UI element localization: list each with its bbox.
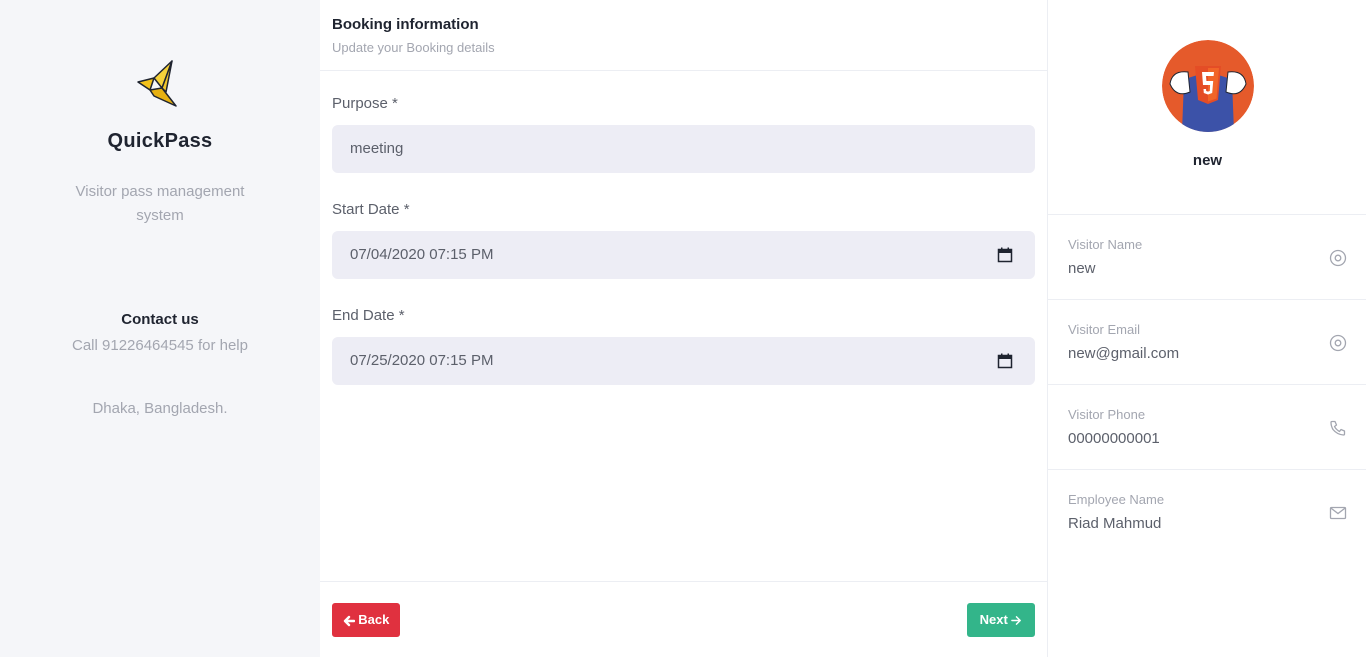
back-button[interactable]: Back [332, 603, 400, 637]
form-header: Booking information Update your Booking … [320, 0, 1047, 71]
target-icon [1329, 249, 1347, 267]
info-row-employee-name: Employee Name Riad Mahmud [1048, 469, 1366, 554]
bird-logo-icon [137, 60, 177, 107]
start-date-value: 07/04/2020 07:15 PM [350, 246, 494, 263]
sidebar: QuickPass Visitor pass management system… [0, 0, 320, 657]
info-label: Employee Name [1068, 492, 1165, 507]
info-label: Visitor Name [1068, 237, 1143, 252]
arrow-left-icon [343, 615, 355, 626]
contact-text: Call 91226464545 for help [72, 337, 248, 354]
info-row-visitor-email: Visitor Email new@gmail.com [1048, 299, 1366, 384]
arrow-right-icon [1011, 616, 1022, 625]
page-subtitle: Update your Booking details [332, 40, 495, 55]
form-footer: Back Next [320, 581, 1047, 657]
info-label: Visitor Email [1068, 322, 1141, 337]
info-row-visitor-name: Visitor Name new [1048, 214, 1366, 299]
purpose-label: Purpose * [332, 95, 398, 112]
visitor-profile-panel: new Visitor Name new Visitor Email new@g… [1047, 0, 1366, 657]
info-value: 00000000001 [1068, 430, 1160, 447]
start-date-label: Start Date * [332, 201, 410, 218]
info-value: new@gmail.com [1068, 345, 1180, 362]
visitor-display-name: new [1192, 152, 1223, 169]
info-value: new [1068, 260, 1096, 277]
calendar-icon[interactable] [997, 247, 1013, 263]
next-button[interactable]: Next [967, 603, 1035, 637]
purpose-input[interactable]: meeting [332, 125, 1035, 173]
phone-icon [1330, 420, 1346, 436]
end-date-label: End Date * [332, 307, 405, 324]
brand-name: QuickPass [107, 130, 213, 152]
mail-icon [1329, 506, 1347, 520]
end-date-input[interactable]: 07/25/2020 07:15 PM [332, 337, 1035, 385]
end-date-value: 07/25/2020 07:15 PM [350, 352, 494, 369]
page-title: Booking information [332, 16, 479, 33]
tagline: Visitor pass management system [75, 183, 245, 224]
info-row-visitor-phone: Visitor Phone 00000000001 [1048, 384, 1366, 469]
address: Dhaka, Bangladesh. [92, 400, 228, 417]
back-label: Back [358, 612, 390, 627]
contact-title: Contact us [121, 311, 199, 328]
calendar-icon[interactable] [997, 353, 1013, 369]
info-value: Riad Mahmud [1068, 515, 1162, 532]
target-icon [1329, 334, 1347, 352]
booking-form: Booking information Update your Booking … [320, 0, 1047, 657]
next-label: Next [979, 612, 1008, 627]
purpose-value: meeting [350, 140, 404, 157]
avatar [1162, 40, 1254, 132]
start-date-input[interactable]: 07/04/2020 07:15 PM [332, 231, 1035, 279]
info-label: Visitor Phone [1068, 407, 1146, 422]
